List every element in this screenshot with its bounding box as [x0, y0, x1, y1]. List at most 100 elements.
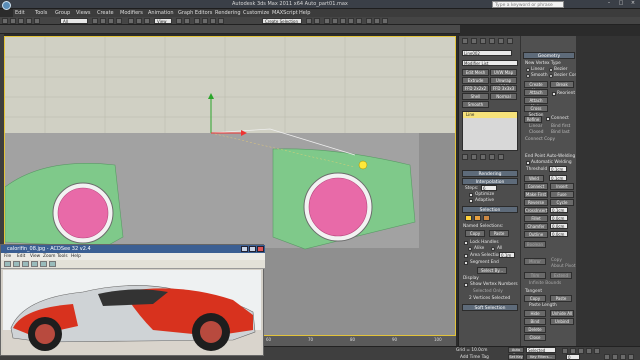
threshold-field[interactable]: 0.1cm	[549, 166, 567, 172]
previous-image-icon[interactable]	[13, 261, 20, 267]
optimize-checkbox[interactable]	[469, 193, 473, 197]
menu-maxscript[interactable]: MAXScript	[272, 10, 298, 16]
geometry-rollout[interactable]: Geometry	[523, 52, 575, 59]
outline-field[interactable]: 0.0cm	[550, 231, 568, 237]
modifier-list-dropdown[interactable]: Modifier List	[462, 60, 518, 66]
viewer-menu-tools[interactable]: Tools	[57, 254, 68, 259]
select-rotate-icon[interactable]	[136, 18, 142, 24]
crossinsert-field[interactable]: 0.1cm	[550, 207, 568, 213]
lock-handles-checkbox[interactable]	[464, 241, 468, 245]
adaptive-checkbox[interactable]	[469, 199, 473, 203]
chamfer-button[interactable]: Chamfer	[524, 223, 548, 230]
break-button[interactable]: Break	[550, 81, 574, 88]
extend-button[interactable]: Extend	[550, 272, 572, 279]
render-setup-icon[interactable]	[366, 18, 372, 24]
select-scale-icon[interactable]	[144, 18, 150, 24]
all-radio[interactable]	[491, 247, 495, 251]
uvw-map-button[interactable]: UVW Map	[490, 69, 517, 76]
spinner-snap-icon[interactable]	[218, 18, 224, 24]
close-icon[interactable]: ×	[628, 0, 638, 8]
viewer-menu-help[interactable]: Help	[71, 254, 81, 259]
hierarchy-tab-icon[interactable]	[480, 38, 486, 44]
create-tab-icon[interactable]	[462, 38, 468, 44]
orbit-icon[interactable]	[620, 354, 626, 360]
fuse-button[interactable]: Fuse	[550, 191, 574, 198]
viewer-minimize-icon[interactable]	[241, 246, 248, 252]
zoom-icon[interactable]	[604, 354, 610, 360]
key-filters-button[interactable]: Key Filters...	[526, 354, 556, 360]
menu-create[interactable]: Create	[97, 10, 114, 16]
normal-button[interactable]: Normal	[490, 93, 517, 100]
weld-field[interactable]: 0.1cm	[549, 175, 567, 181]
remove-modifier-icon[interactable]	[489, 154, 495, 160]
menu-graph-editors[interactable]: Graph Editors	[178, 10, 212, 16]
app-logo-icon[interactable]	[2, 1, 11, 10]
ffd-2x2x2-button[interactable]: FFD 2x2x2	[462, 85, 489, 92]
link-icon[interactable]	[18, 18, 24, 24]
viewer-menu-view[interactable]: View	[30, 254, 40, 259]
maximize-viewport-icon[interactable]	[628, 354, 634, 360]
next-frame-icon[interactable]	[586, 348, 592, 354]
pan-icon[interactable]	[612, 354, 618, 360]
named-selection-sets-dropdown[interactable]: Create Selection Set	[262, 18, 302, 29]
modify-tab-icon[interactable]	[471, 38, 477, 44]
selection-filter-dropdown[interactable]: All	[60, 18, 88, 24]
unlink-icon[interactable]	[26, 18, 32, 24]
menu-modifiers[interactable]: Modifiers	[120, 10, 143, 16]
delete-button[interactable]: Delete	[524, 326, 546, 333]
viewer-menu-edit[interactable]: Edit	[17, 254, 25, 259]
rectangular-selection-icon[interactable]	[108, 18, 114, 24]
insert-button[interactable]: Insert	[550, 183, 574, 190]
fillet-field[interactable]: 0.0cm	[550, 215, 568, 221]
go-to-end-icon[interactable]	[594, 348, 600, 354]
zoom-in-icon[interactable]	[31, 261, 38, 267]
interpolation-rollout[interactable]: Interpolation	[462, 178, 518, 185]
maximize-icon[interactable]: □	[616, 0, 626, 8]
copy-selection-button[interactable]: Copy	[465, 230, 485, 237]
utilities-tab-icon[interactable]	[507, 38, 513, 44]
ffd-3x3x3-button[interactable]: FFD 3x3x3	[490, 85, 517, 92]
linear-radio[interactable]	[526, 68, 530, 72]
rotate-icon[interactable]	[49, 261, 56, 267]
undo-icon[interactable]	[2, 18, 8, 24]
unbind-button[interactable]: Unbind	[550, 318, 574, 325]
soft-selection-rollout[interactable]: Soft Selection	[462, 304, 518, 311]
crossinsert-button[interactable]: CrossInsert	[524, 207, 548, 214]
auto-key-button[interactable]: Auto Key	[508, 347, 524, 357]
connect-checkbox[interactable]	[546, 117, 550, 121]
image-viewer-window[interactable]: calorifin_08.jpg - ACDSee 32 v2.4 File E…	[0, 244, 265, 356]
menu-group[interactable]: Group	[55, 10, 70, 16]
snaps-toggle-icon[interactable]	[194, 18, 200, 24]
menu-rendering[interactable]: Rendering	[215, 10, 241, 16]
configure-sets-icon[interactable]	[498, 154, 504, 160]
bezier-corner-radio[interactable]	[549, 74, 553, 78]
viewer-maximize-icon[interactable]	[249, 246, 256, 252]
connect-button[interactable]: Connect	[524, 183, 548, 190]
pivot-center-icon[interactable]	[176, 18, 182, 24]
bezier-radio[interactable]	[549, 68, 553, 72]
align-icon[interactable]	[314, 18, 320, 24]
mirror-button[interactable]: Mirror	[524, 258, 546, 265]
mirror-icon[interactable]	[306, 18, 312, 24]
outline-button[interactable]: Outline	[524, 231, 548, 238]
vertex-mode-icon[interactable]	[465, 215, 472, 221]
bind-space-warp-icon[interactable]	[34, 18, 40, 24]
render-production-icon[interactable]	[382, 18, 388, 24]
shell-button[interactable]: Shell	[462, 93, 489, 100]
segment-end-checkbox[interactable]	[464, 261, 468, 265]
attach-button[interactable]: Attach	[524, 89, 548, 96]
window-crossing-icon[interactable]	[116, 18, 122, 24]
menu-customize[interactable]: Customize	[243, 10, 269, 16]
trim-button[interactable]: Trim	[524, 272, 546, 279]
viewer-menu-zoom[interactable]: Zoom	[43, 254, 55, 259]
select-by-button[interactable]: Select By...	[477, 267, 507, 274]
next-image-icon[interactable]	[22, 261, 29, 267]
menu-tools[interactable]: Tools	[35, 10, 47, 16]
viewer-close-icon[interactable]	[257, 246, 264, 252]
stack-item-line[interactable]: Line	[463, 112, 517, 118]
spline-mode-icon[interactable]	[483, 215, 490, 221]
bind-button[interactable]: Bind	[524, 318, 546, 325]
tangent-paste-button[interactable]: Paste	[550, 295, 572, 302]
redo-icon[interactable]	[10, 18, 16, 24]
make-unique-icon[interactable]	[480, 154, 486, 160]
